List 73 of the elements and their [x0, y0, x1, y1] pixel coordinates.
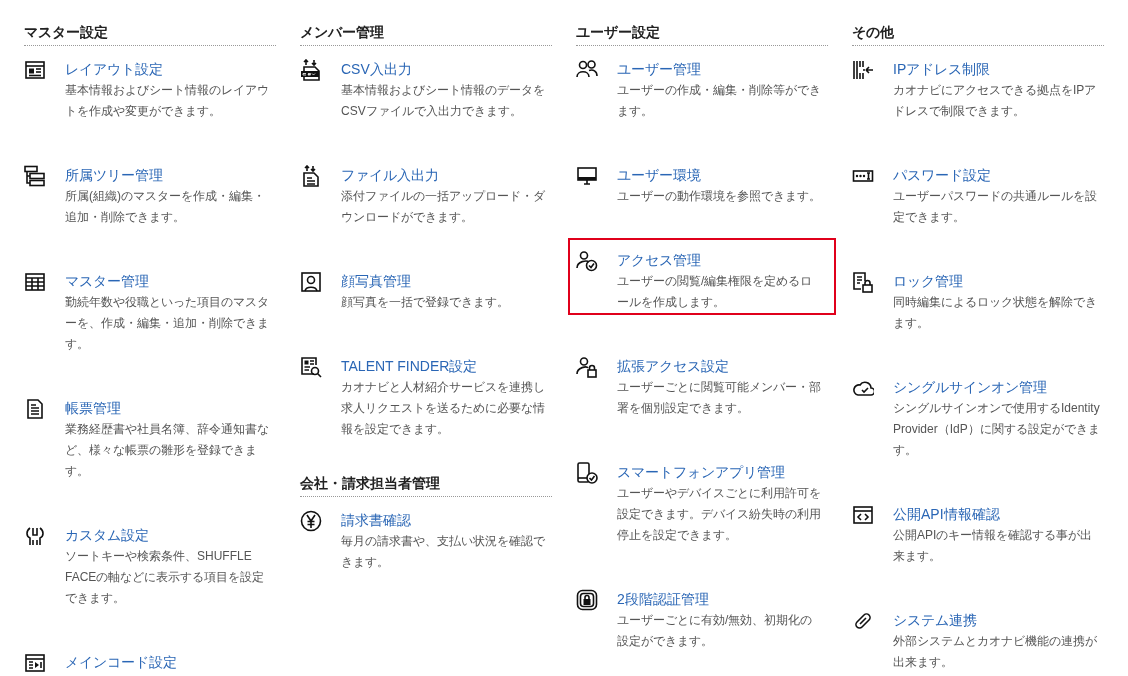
section-heading: 会社・請求担当者管理: [300, 473, 552, 497]
section-heading: メンバー管理: [300, 22, 552, 46]
description-text: 公開APIのキー情報を確認する事が出来ます。: [893, 527, 1094, 565]
settings-item[interactable]: アクセス管理 ユーザーの閲覧/編集権限を定めるロールを作成します。: [568, 238, 836, 315]
description-text: 添付ファイルの一括アップロード・ダウンロードができます。: [341, 188, 546, 226]
description-text: カオナビと人材紹介サービスを連携し求人リクエストを送るために必要な情報を設定できます。: [341, 379, 546, 438]
settings-item[interactable]: TALENT FINDER設定 カオナビと人材紹介サービスを連携し求人リクエストを送るために必要な情報を設定できます。: [292, 344, 560, 442]
settings-link[interactable]: 請求書確認: [341, 510, 411, 531]
settings-item[interactable]: 公開API情報確認 公開APIのキー情報を確認する事が出来ます。: [844, 492, 1112, 569]
description-text: ユーザーパスワードの共通ルールを設定できます。: [893, 188, 1098, 226]
settings-link[interactable]: ユーザー管理: [617, 59, 701, 80]
settings-link[interactable]: 所属ツリー管理: [65, 165, 163, 186]
settings-link[interactable]: 顔写真管理: [341, 271, 411, 292]
settings-link[interactable]: カスタム設定: [65, 525, 149, 546]
settings-item[interactable]: 拡張アクセス設定 ユーザーごとに閲覧可能メンバー・部署を個別設定できます。: [568, 344, 836, 421]
settings-link[interactable]: 拡張アクセス設定: [617, 356, 729, 377]
settings-item[interactable]: IPアドレス制限 カオナビにアクセスできる拠点をIPアドレスで制限できます。: [844, 47, 1112, 124]
settings-link[interactable]: メインコード設定: [65, 652, 177, 672]
description-text: 顔写真を一括で登録できます。: [341, 294, 510, 311]
settings-item[interactable]: レイアウト設定 基本情報およびシート情報のレイアウトを作成や変更ができます。: [16, 47, 284, 124]
description-text: シングルサインオンで使用するIdentity Provider（IdP）に関する設定ができます。: [893, 400, 1100, 459]
settings-link[interactable]: マスター管理: [65, 271, 149, 292]
description-text: 外部システムとカオナビ機能の連携が出来ます。: [893, 633, 1098, 671]
settings-link[interactable]: 2段階認証管理: [617, 589, 709, 610]
settings-item[interactable]: 帳票管理 業務経歴書や社員名簿、辞令通知書など、様々な帳票の雛形を登録できます。: [16, 386, 284, 484]
settings-link[interactable]: CSV入出力: [341, 59, 412, 80]
settings-item[interactable]: ユーザー管理 ユーザーの作成・編集・削除等ができます。: [568, 47, 836, 124]
settings-link[interactable]: スマートフォンアプリ管理: [617, 462, 785, 483]
settings-link[interactable]: 公開API情報確認: [893, 504, 1000, 525]
description-text: ユーザーの閲覧/編集権限を定めるロールを作成します。: [617, 273, 814, 311]
settings-link[interactable]: アクセス管理: [617, 250, 701, 271]
settings-link[interactable]: 帳票管理: [65, 398, 121, 419]
settings-item[interactable]: ユーザー環境 ユーザーの動作環境を参照できます。: [568, 153, 836, 209]
description-text: 業務経歴書や社員名簿、辞令通知書など、様々な帳票の雛形を登録できます。: [65, 421, 270, 480]
settings-item[interactable]: パスワード設定 ユーザーパスワードの共通ルールを設定できます。: [844, 153, 1112, 230]
settings-item[interactable]: シングルサインオン管理 シングルサインオンで使用するIdentity Provider（IdP）に関する設定ができます。: [844, 365, 1112, 463]
description-text: ソートキーや検索条件、SHUFFLE FACEの軸などに表示する項目を設定できます。: [65, 548, 266, 607]
settings-item[interactable]: 顔写真管理 顔写真を一括で登録できます。: [292, 259, 560, 315]
settings-item[interactable]: カスタム設定 ソートキーや検索条件、SHUFFLE FACEの軸などに表示する項目を設定できます。: [16, 513, 284, 611]
settings-item[interactable]: システム連携 外部システムとカオナビ機能の連携が出来ます。: [844, 598, 1112, 672]
settings-link[interactable]: レイアウト設定: [65, 59, 163, 80]
settings-item[interactable]: メインコード設定: [16, 640, 284, 672]
settings-item[interactable]: スマートフォンアプリ管理 ユーザーやデバイスごとに利用許可を設定できます。デバイス紛失時の利用停止を設定できます。: [568, 450, 836, 548]
settings-item[interactable]: 請求書確認 毎月の請求書や、支払い状況を確認できます。: [292, 498, 560, 575]
settings-item[interactable]: マスター管理 勤続年数や役職といった項目のマスターを、作成・編集・追加・削除できます。: [16, 259, 284, 357]
settings-item[interactable]: ロック管理 同時編集によるロック状態を解除できます。: [844, 259, 1112, 336]
description-text: 勤続年数や役職といった項目のマスターを、作成・編集・追加・削除できます。: [65, 294, 270, 353]
description-text: ユーザーの作成・編集・削除等ができます。: [617, 82, 822, 120]
description-text: 基本情報およびシート情報のレイアウトを作成や変更ができます。: [65, 82, 270, 120]
settings-link[interactable]: IPアドレス制限: [893, 59, 991, 80]
settings-link[interactable]: システム連携: [893, 610, 977, 631]
description-text: ユーザーごとに閲覧可能メンバー・部署を個別設定できます。: [617, 379, 822, 417]
settings-item[interactable]: ファイル入出力 添付ファイルの一括アップロード・ダウンロードができます。: [292, 153, 560, 230]
description-text: 所属(組織)のマスターを作成・編集・追加・削除できます。: [65, 188, 266, 226]
settings-item[interactable]: 所属ツリー管理 所属(組織)のマスターを作成・編集・追加・削除できます。: [16, 153, 284, 230]
settings-link[interactable]: シングルサインオン管理: [893, 377, 1047, 398]
settings-link[interactable]: TALENT FINDER設定: [341, 356, 478, 377]
description-text: カオナビにアクセスできる拠点をIPアドレスで制限できます。: [893, 82, 1098, 120]
description-text: 同時編集によるロック状態を解除できます。: [893, 294, 1098, 332]
settings-link[interactable]: ロック管理: [893, 271, 963, 292]
settings-item[interactable]: CSV入出力 基本情報およびシート情報のデータをCSVファイルで入出力できます。: [292, 47, 560, 124]
description-text: ユーザーの動作環境を参照できます。: [617, 188, 822, 205]
description-text: ユーザーやデバイスごとに利用許可を設定できます。デバイス紛失時の利用停止を設定できます。: [617, 485, 822, 544]
description-text: 基本情報およびシート情報のデータをCSVファイルで入出力できます。: [341, 82, 546, 120]
description-text: ユーザーごとに有効/無効、初期化の設定ができます。: [617, 612, 814, 650]
section-heading: マスター設定: [24, 22, 276, 46]
settings-item[interactable]: 2段階認証管理 ユーザーごとに有効/無効、初期化の設定ができます。: [568, 577, 836, 654]
description-text: 毎月の請求書や、支払い状況を確認できます。: [341, 533, 546, 571]
settings-link[interactable]: パスワード設定: [893, 165, 991, 186]
settings-link[interactable]: ユーザー環境: [617, 165, 701, 186]
section-heading: その他: [852, 22, 1104, 46]
section-heading: ユーザー設定: [576, 22, 828, 46]
settings-link[interactable]: ファイル入出力: [341, 165, 439, 186]
